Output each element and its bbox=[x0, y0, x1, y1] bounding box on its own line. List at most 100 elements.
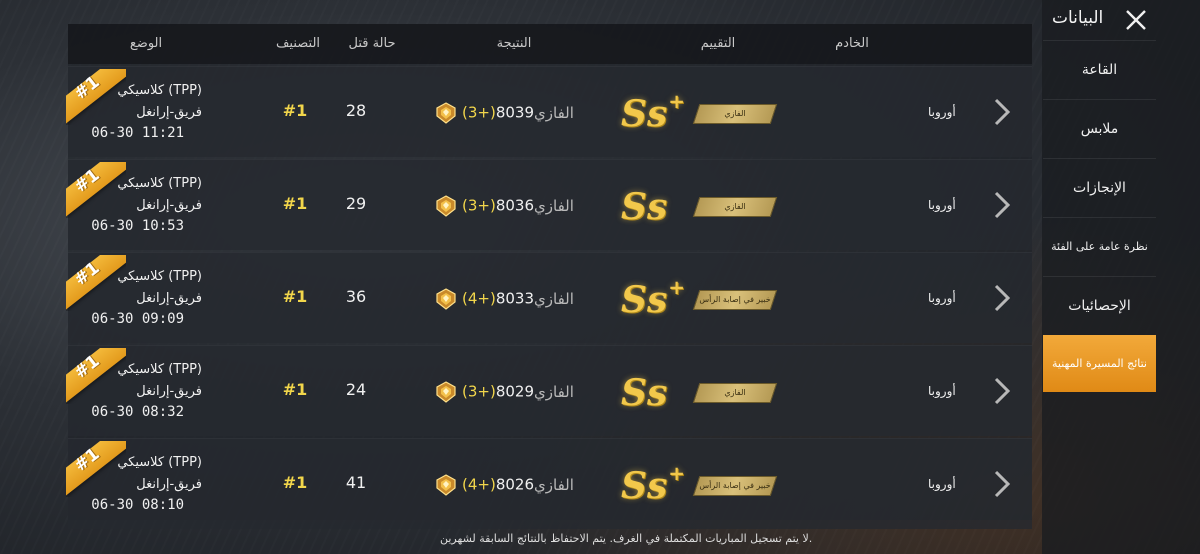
match-server: أوروبا bbox=[928, 384, 956, 398]
badge-label: الفازي bbox=[724, 388, 746, 397]
ribbon-label: #1 bbox=[70, 165, 104, 197]
result-tier: الفازي bbox=[534, 289, 574, 308]
chevron-right-icon[interactable] bbox=[990, 283, 1014, 313]
badge-label: خبير في إصابة الرأس bbox=[699, 481, 771, 490]
footer-note: لا يتم تسجيل المباريات المكتملة في الغرف… bbox=[440, 532, 813, 545]
match-time: 06-30 09:09 bbox=[91, 311, 184, 327]
chevron-right-icon[interactable] bbox=[990, 376, 1014, 406]
match-server: أوروبا bbox=[928, 105, 956, 119]
match-badge: الفازي bbox=[692, 104, 778, 124]
result-points: 8039 bbox=[495, 103, 535, 122]
sidebar-item-hall[interactable]: القاعة bbox=[1043, 40, 1156, 98]
close-icon[interactable] bbox=[1124, 8, 1148, 32]
result-delta: (+4) bbox=[462, 475, 496, 494]
match-map: فريق-إرانغل bbox=[136, 105, 202, 120]
sidebar-item-achievements[interactable]: الإنجازات bbox=[1043, 158, 1156, 216]
match-time: 06-30 11:21 bbox=[91, 125, 184, 141]
conqueror-tier-icon bbox=[434, 194, 458, 218]
match-badge: خبير في إصابة الرأس bbox=[692, 290, 778, 310]
sidebar-item-outfits[interactable]: ملابس bbox=[1043, 99, 1156, 157]
grade-letter: Ss bbox=[621, 465, 668, 507]
grade-plus: + bbox=[668, 89, 686, 113]
header-ranking: التصنيف bbox=[275, 36, 321, 51]
sidebar-title: البيانات bbox=[1052, 8, 1104, 28]
ribbon-label: #1 bbox=[70, 72, 104, 104]
match-grade: Ss+ bbox=[621, 89, 685, 135]
sidebar-item-label: القاعة bbox=[1081, 61, 1118, 78]
result-delta: (+3) bbox=[462, 103, 496, 122]
table-row[interactable]: #1 كلاسيكي (TPP) فريق-إرانغل 06-30 10:53 #1 2… bbox=[68, 159, 1032, 250]
conqueror-tier-icon bbox=[434, 380, 458, 404]
header-rating: التقييم bbox=[700, 36, 736, 51]
chevron-right-icon[interactable] bbox=[990, 97, 1014, 127]
match-rank: #1 bbox=[282, 287, 308, 306]
match-server: أوروبا bbox=[928, 477, 956, 491]
conqueror-tier-icon bbox=[434, 101, 458, 125]
match-rank: #1 bbox=[282, 380, 308, 399]
result-tier: الفازي bbox=[534, 475, 574, 494]
match-mode: كلاسيكي (TPP) bbox=[117, 455, 202, 470]
ribbon-label: #1 bbox=[70, 444, 104, 476]
match-server: أوروبا bbox=[928, 291, 956, 305]
match-rank: #1 bbox=[282, 473, 308, 492]
match-kills: 41 bbox=[345, 473, 367, 492]
match-result: الفازي8033(+4) bbox=[434, 287, 576, 311]
match-time: 06-30 08:32 bbox=[91, 404, 184, 420]
result-points: 8033 bbox=[495, 289, 535, 308]
match-badge: خبير في إصابة الرأس bbox=[692, 476, 778, 496]
result-tier: الفازي bbox=[534, 382, 574, 401]
match-time: 06-30 08:10 bbox=[91, 497, 184, 513]
match-mode: كلاسيكي (TPP) bbox=[117, 269, 202, 284]
match-result: الفازي8036(+3) bbox=[434, 194, 576, 218]
match-kills: 24 bbox=[345, 380, 367, 399]
sidebar-item-label: الإحصائيات bbox=[1068, 297, 1131, 314]
grade-plus: + bbox=[668, 461, 686, 485]
match-rank: #1 bbox=[282, 101, 308, 120]
chevron-right-icon[interactable] bbox=[990, 469, 1014, 499]
match-server: أوروبا bbox=[928, 198, 956, 212]
table-row[interactable]: #1 كلاسيكي (TPP) فريق-إرانغل 06-30 08:10 #1 4… bbox=[68, 438, 1032, 529]
result-tier: الفازي bbox=[534, 196, 574, 215]
sidebar-item-label: ملابس bbox=[1080, 120, 1119, 137]
match-mode: كلاسيكي (TPP) bbox=[117, 362, 202, 377]
grade-letter: Ss bbox=[621, 279, 668, 321]
badge-label: الفازي bbox=[724, 202, 746, 211]
header-kills: حالة قتل bbox=[348, 36, 396, 51]
conqueror-tier-icon bbox=[434, 287, 458, 311]
table-row[interactable]: #1 كلاسيكي (TPP) فريق-إرانغل 06-30 09:09 #1 3… bbox=[68, 252, 1032, 343]
match-rank: #1 bbox=[282, 194, 308, 213]
match-grade: Ss+ bbox=[621, 461, 685, 507]
match-badge: الفازي bbox=[692, 197, 778, 217]
sidebar-item-tier-overview[interactable]: نظرة عامة على الفئة bbox=[1043, 217, 1156, 275]
match-map: فريق-إرانغل bbox=[136, 291, 202, 306]
match-time: 06-30 10:53 bbox=[91, 218, 184, 234]
match-result: الفازي8029(+3) bbox=[434, 380, 576, 404]
chevron-right-icon[interactable] bbox=[990, 190, 1014, 220]
grade-plus: + bbox=[668, 275, 686, 299]
match-result: الفازي8039(+3) bbox=[434, 101, 576, 125]
result-points: 8026 bbox=[495, 475, 535, 494]
match-grade: Ss+ bbox=[621, 275, 685, 321]
match-map: فريق-إرانغل bbox=[136, 384, 202, 399]
sidebar-item-statistics[interactable]: الإحصائيات bbox=[1043, 276, 1156, 334]
badge-label: الفازي bbox=[724, 109, 746, 118]
result-points: 8029 bbox=[495, 382, 535, 401]
sidebar-item-career-results[interactable]: نتائج المسيرة المهنية bbox=[1043, 335, 1156, 392]
match-mode: كلاسيكي (TPP) bbox=[117, 83, 202, 98]
result-delta: (+4) bbox=[462, 289, 496, 308]
match-kills: 28 bbox=[345, 101, 367, 120]
grade-letter: Ss bbox=[621, 186, 668, 228]
table-row[interactable]: #1 كلاسيكي (TPP) فريق-إرانغل 06-30 11:21 #1 2… bbox=[68, 66, 1032, 157]
match-mode: كلاسيكي (TPP) bbox=[117, 176, 202, 191]
header-result: النتيجة bbox=[496, 36, 532, 51]
ribbon-label: #1 bbox=[70, 258, 104, 290]
table-row[interactable]: #1 كلاسيكي (TPP) فريق-إرانغل 06-30 08:32 #1 2… bbox=[68, 345, 1032, 436]
result-points: 8036 bbox=[495, 196, 535, 215]
match-map: فريق-إرانغل bbox=[136, 477, 202, 492]
grade-letter: Ss bbox=[621, 93, 668, 135]
grade-letter: Ss bbox=[621, 372, 668, 414]
header-mode: الوضع bbox=[129, 36, 163, 51]
result-delta: (+3) bbox=[462, 196, 496, 215]
match-grade: Ss bbox=[621, 182, 668, 228]
sidebar-item-label: نظرة عامة على الفئة bbox=[1051, 240, 1148, 253]
